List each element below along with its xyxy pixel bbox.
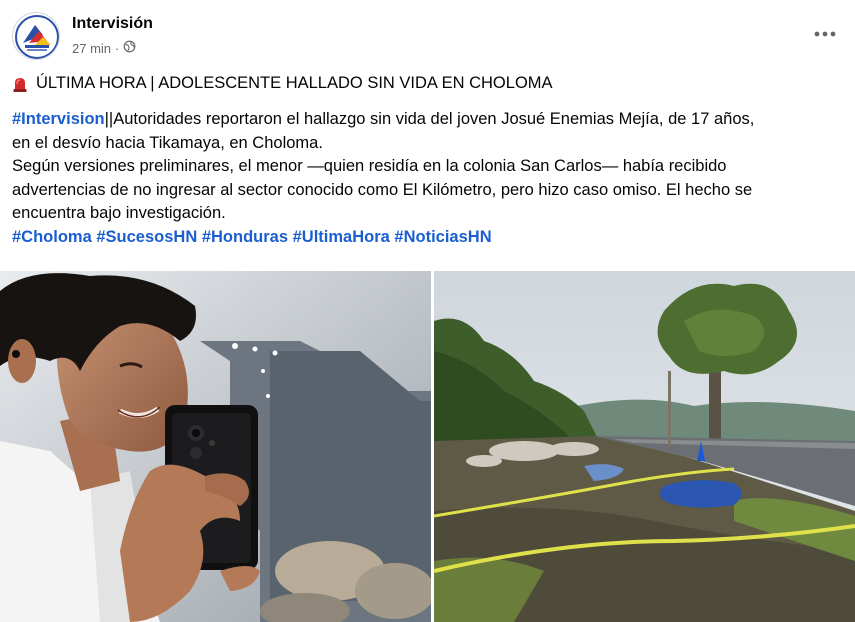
page-avatar[interactable]: [12, 12, 60, 60]
intervision-logo: [14, 14, 59, 59]
post-meta: 27 min ·: [72, 40, 136, 56]
post-text: #Intervision||Autoridades reportaron el …: [12, 108, 848, 249]
body-paragraph-2-line-3: encuentra bajo investigación.: [12, 204, 226, 222]
post-timestamp[interactable]: 27 min: [72, 41, 111, 56]
body-line-2: en el desvío hacia Tikamaya, en Choloma.: [12, 133, 323, 152]
hashtag-ultimahora[interactable]: #UltimaHora: [293, 228, 390, 246]
hashtag-noticiashn[interactable]: #NoticiasHN: [394, 228, 491, 246]
body-paragraph-2-line-1: Según versiones preliminares, el menor —…: [12, 157, 727, 175]
post-photo-scene[interactable]: [434, 271, 855, 622]
post-title-text: ÚLTIMA HORA | ADOLESCENTE HALLADO SIN VI…: [36, 74, 553, 92]
body-line-1-text: ||Autoridades reportaron el hallazgo sin…: [104, 110, 755, 128]
siren-icon: [13, 77, 27, 92]
more-options-button[interactable]: [807, 20, 843, 48]
hashtag-choloma[interactable]: #Choloma: [12, 228, 92, 246]
post-photo-portrait[interactable]: [0, 271, 431, 622]
more-horizontal-icon: [814, 31, 836, 37]
hashtag-intervision[interactable]: #Intervision: [12, 110, 105, 128]
hashtag-sucesoshn[interactable]: #SucesosHN: [96, 228, 197, 246]
hashtag-row: #Choloma #SucesosHN #Honduras #UltimaHor…: [12, 226, 848, 250]
post-title: ÚLTIMA HORA | ADOLESCENTE HALLADO SIN VI…: [12, 74, 553, 93]
post-header: Intervisión 27 min ·: [12, 12, 843, 62]
page-name[interactable]: Intervisión: [72, 15, 153, 33]
body-line-1: #Intervision||Autoridades reportaron el …: [12, 108, 848, 132]
meta-separator: ·: [115, 40, 120, 56]
hashtag-honduras[interactable]: #Honduras: [202, 228, 288, 246]
globe-icon[interactable]: [123, 40, 136, 56]
body-paragraph-2-line-2: advertencias de no ingresar al sector co…: [12, 180, 753, 199]
